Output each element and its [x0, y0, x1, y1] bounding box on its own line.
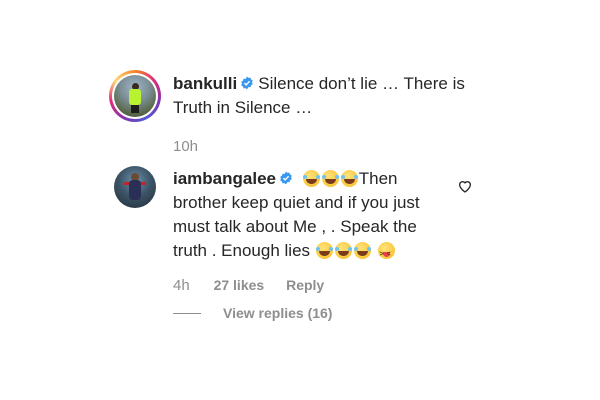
verified-badge-icon: [280, 171, 292, 185]
likes-count[interactable]: 27 likes: [214, 277, 265, 293]
face-with-tears-of-joy-icon: [302, 170, 320, 187]
face-with-tears-of-joy-icon: [315, 242, 333, 259]
comment-line-1-end: Then: [358, 169, 398, 188]
comment-text: iambangalee Then brother keep quiet and …: [173, 167, 420, 267]
comment-timestamp[interactable]: 4h: [173, 277, 190, 294]
username-bankulli[interactable]: bankulli: [173, 74, 237, 93]
view-replies-label[interactable]: View replies (16): [223, 305, 332, 321]
caption-timestamp[interactable]: 10h: [173, 138, 198, 155]
avatar-iambangalee[interactable]: [114, 166, 156, 208]
avatar-bankulli[interactable]: [114, 75, 156, 117]
face-with-tears-of-joy-icon: [353, 242, 371, 259]
caption-text: bankulli Silence don’t lie … There is Tru…: [173, 72, 465, 120]
comment-line-2: brother keep quiet and if you just: [173, 193, 420, 212]
divider-line: [173, 312, 201, 314]
face-with-tears-of-joy-icon: [334, 242, 352, 259]
comment-line-4: truth . Enough lies: [173, 241, 311, 260]
verified-badge-icon: [241, 76, 254, 90]
view-replies-button[interactable]: View replies (16): [173, 305, 332, 321]
like-heart-icon[interactable]: [457, 178, 473, 194]
caption-line-2: Truth in Silence …: [173, 98, 313, 117]
face-with-tears-of-joy-icon: [321, 170, 339, 187]
face-with-tears-of-joy-icon: [340, 170, 358, 187]
caption-line-1: Silence don’t lie … There is: [258, 74, 465, 93]
comment-meta: 4h 27 likes Reply: [173, 277, 342, 294]
story-avatar-ring[interactable]: [109, 70, 161, 122]
squinting-face-with-tongue-icon: [377, 242, 395, 267]
reply-button[interactable]: Reply: [286, 277, 324, 293]
username-iambangalee[interactable]: iambangalee: [173, 169, 276, 188]
comment-line-3: must talk about Me , . Speak the: [173, 217, 417, 236]
